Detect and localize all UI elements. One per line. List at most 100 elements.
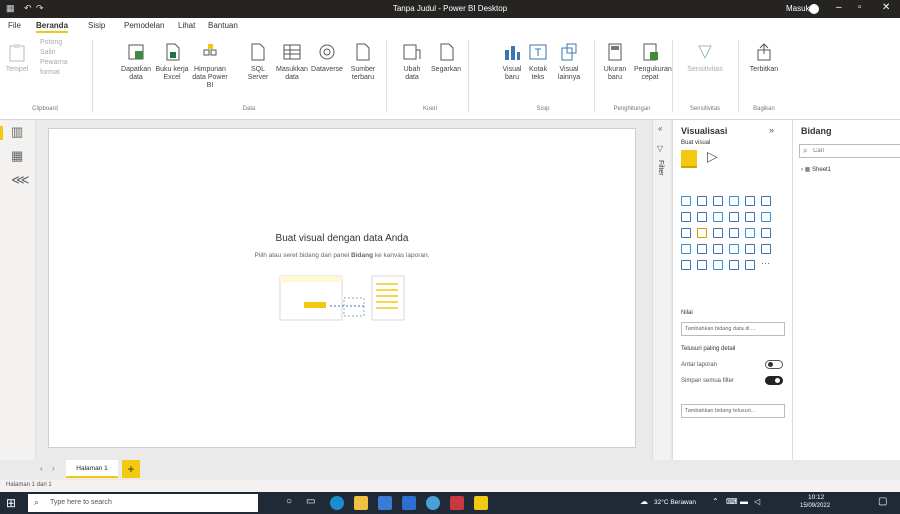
mail-icon[interactable] xyxy=(378,496,392,510)
visual-type-icon[interactable] xyxy=(681,244,691,254)
visual-type-icon[interactable] xyxy=(713,228,723,238)
visual-type-icon[interactable] xyxy=(761,228,771,238)
battery-icon[interactable]: ▬ xyxy=(740,497,748,506)
text-box-button[interactable]: Kotak teks xyxy=(526,42,550,82)
windows-start-icon[interactable]: ⊞ xyxy=(6,496,16,510)
tab-file[interactable]: File xyxy=(8,21,21,30)
filters-pane-collapsed[interactable]: « ▽ Filter xyxy=(652,120,670,460)
visual-type-icon[interactable] xyxy=(729,228,739,238)
visual-type-icon[interactable] xyxy=(761,244,771,254)
fields-search[interactable]: ⌕ xyxy=(799,144,900,158)
visual-type-icon[interactable] xyxy=(745,260,755,270)
tab-modeling[interactable]: Pemodelan xyxy=(124,21,164,30)
quick-measure-button[interactable]: Pengukuran cepat xyxy=(634,42,672,82)
keep-filters-toggle[interactable] xyxy=(765,376,783,385)
cut-button[interactable]: Potong xyxy=(40,38,86,48)
page-tab[interactable]: Halaman 1 xyxy=(66,460,118,478)
sensitivity-button[interactable]: Sensitivitas xyxy=(680,42,730,74)
visual-type-icon[interactable] xyxy=(697,212,707,222)
visual-type-icon[interactable] xyxy=(697,196,707,206)
visual-type-icon[interactable] xyxy=(729,212,739,222)
transform-data-button[interactable]: Ubah data xyxy=(398,42,426,82)
next-page-icon[interactable]: › xyxy=(52,464,55,473)
expand-filters-icon[interactable]: « xyxy=(658,124,662,133)
data-view-icon[interactable]: ▦ xyxy=(11,148,23,164)
visual-type-icon[interactable] xyxy=(729,244,739,254)
visual-type-icon[interactable] xyxy=(745,212,755,222)
new-measure-button[interactable]: Ukuran baru xyxy=(598,42,632,82)
network-icon[interactable]: ⌨ xyxy=(726,497,738,506)
table-item-sheet1[interactable]: › ▦ Sheet1 xyxy=(801,166,831,173)
weather-text[interactable]: 32°C Berawan xyxy=(654,499,696,506)
visual-type-icon[interactable] xyxy=(681,260,691,270)
visual-type-icon[interactable] xyxy=(697,260,707,270)
office-icon[interactable] xyxy=(450,496,464,510)
visual-type-icon[interactable] xyxy=(761,196,771,206)
collapse-pane-icon[interactable]: » xyxy=(769,125,774,135)
visual-type-icon[interactable] xyxy=(713,244,723,254)
paste-button[interactable]: Tempel xyxy=(4,42,30,74)
close-icon[interactable]: ✕ xyxy=(882,2,890,13)
visual-type-icon[interactable] xyxy=(681,228,691,238)
taskbar-search[interactable]: ⌕ Type here to search xyxy=(28,494,258,512)
notifications-icon[interactable]: ▢ xyxy=(878,496,887,507)
fields-search-input[interactable] xyxy=(813,146,893,156)
excel-workbook-button[interactable]: Buku kerja Excel xyxy=(154,42,190,82)
file-explorer-icon[interactable] xyxy=(354,496,368,510)
tray-chevron-icon[interactable]: ⌃ xyxy=(712,497,719,506)
visual-type-icon[interactable] xyxy=(713,196,723,206)
clock-date[interactable]: 15/09/2022 xyxy=(800,503,830,509)
visual-type-icon[interactable] xyxy=(745,228,755,238)
new-visual-button[interactable]: Visual baru xyxy=(500,42,524,82)
powerbi-datasets-button[interactable]: Himpunan data Power BI xyxy=(190,42,230,90)
avatar[interactable] xyxy=(809,4,819,14)
tab-view[interactable]: Lihat xyxy=(178,21,195,30)
add-data-field-well[interactable]: Tambahkan bidang data di ... xyxy=(681,322,785,336)
get-data-button[interactable]: Dapatkan data xyxy=(118,42,154,82)
minimize-icon[interactable]: – xyxy=(836,2,842,13)
tab-home[interactable]: Beranda xyxy=(36,21,69,33)
dataverse-button[interactable]: Dataverse xyxy=(310,42,344,74)
visual-type-icon[interactable] xyxy=(713,212,723,222)
more-visuals-button[interactable]: Visual lainnya xyxy=(552,42,586,82)
format-visual-icon[interactable]: ▷ xyxy=(707,148,718,165)
sql-server-button[interactable]: SQL Server xyxy=(244,42,272,82)
copy-button[interactable]: Salin xyxy=(40,48,86,58)
add-page-button[interactable]: + xyxy=(122,460,140,478)
tab-insert[interactable]: Sisip xyxy=(88,21,105,30)
cross-report-toggle[interactable] xyxy=(765,360,783,369)
visual-type-icon[interactable] xyxy=(713,260,723,270)
report-view-icon[interactable]: ▥ xyxy=(11,124,23,140)
build-visual-tab[interactable] xyxy=(681,150,697,168)
visual-type-icon[interactable] xyxy=(697,244,707,254)
visual-type-icon[interactable] xyxy=(745,196,755,206)
speaker-icon[interactable]: ◁ xyxy=(754,497,760,506)
format-painter-button[interactable]: Pewarna format xyxy=(40,58,86,78)
enter-data-button[interactable]: Masukkan data xyxy=(276,42,308,82)
publish-button[interactable]: Terbitkan xyxy=(744,42,784,74)
cortana-icon[interactable]: ○ xyxy=(286,496,292,507)
model-view-icon[interactable]: ⋘ xyxy=(11,172,30,188)
recent-sources-button[interactable]: Sumber terbaru xyxy=(346,42,380,82)
visual-type-icon[interactable] xyxy=(697,228,707,238)
prev-page-icon[interactable]: ‹ xyxy=(40,464,43,473)
store-icon[interactable] xyxy=(402,496,416,510)
visual-type-icon[interactable] xyxy=(681,212,691,222)
refresh-icon xyxy=(440,43,454,61)
task-view-icon[interactable]: ▭ xyxy=(306,496,315,507)
visual-type-icon[interactable] xyxy=(761,212,771,222)
powerbi-taskbar-icon[interactable] xyxy=(474,496,488,510)
add-drill-field-well[interactable]: Tambahkan bidang telusuri... xyxy=(681,404,785,418)
visual-type-icon[interactable] xyxy=(729,196,739,206)
tab-help[interactable]: Bantuan xyxy=(208,21,238,30)
visual-type-icon[interactable] xyxy=(745,244,755,254)
maximize-icon[interactable]: ▫ xyxy=(858,2,862,13)
chrome-icon[interactable] xyxy=(426,496,440,510)
clock-time[interactable]: 10:12 xyxy=(808,494,824,501)
refresh-button[interactable]: Segarkan xyxy=(430,42,462,74)
visual-type-icon[interactable] xyxy=(681,196,691,206)
visual-type-icon[interactable] xyxy=(729,260,739,270)
sign-in-link[interactable]: Masuk xyxy=(786,4,810,13)
edge-icon[interactable] xyxy=(330,496,344,510)
more-visuals-ellipsis-icon[interactable]: ··· xyxy=(761,258,770,268)
